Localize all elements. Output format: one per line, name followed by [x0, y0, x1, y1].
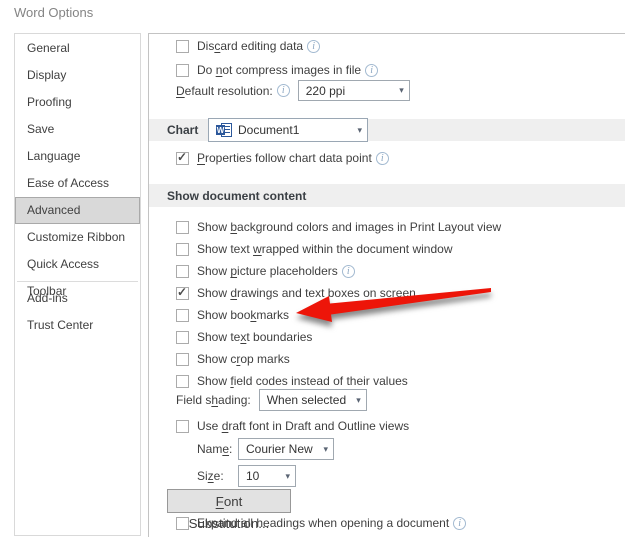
checkbox[interactable]: ✓: [176, 420, 189, 433]
checkbox-row-expand-all-headings[interactable]: ✓ Expand all headings when opening a doc…: [176, 515, 466, 531]
checkbox-label[interactable]: Show bookmarks: [197, 308, 289, 322]
checkbox-label[interactable]: Use draft font in Draft and Outline view…: [197, 419, 409, 433]
sidebar-item-general[interactable]: General: [15, 35, 140, 62]
word-document-icon: W: [216, 123, 232, 138]
checkbox[interactable]: ✓: [176, 309, 189, 322]
sidebar-item-proofing[interactable]: Proofing: [15, 89, 140, 116]
checkbox-row-show-background-colors[interactable]: ✓ Show background colors and images in P…: [176, 216, 625, 238]
dropdown-value: 10: [246, 469, 259, 483]
checkbox-label[interactable]: Show drawings and text boxes on screen: [197, 286, 416, 300]
checkbox-label[interactable]: Show picture placeholders: [197, 264, 338, 278]
checkbox-row-show-drawings[interactable]: ✓ Show drawings and text boxes on screen: [176, 282, 625, 304]
info-icon[interactable]: i: [277, 84, 290, 97]
svg-text:W: W: [217, 126, 225, 135]
section-title: Chart: [149, 123, 198, 137]
dropdown-arrow-icon: ▾: [315, 444, 328, 455]
checkbox[interactable]: ✓: [176, 353, 189, 366]
check-icon: ✓: [177, 150, 187, 164]
font-size-label: Size:: [197, 469, 238, 483]
default-resolution-row: Default resolution: i 220 ppi ▾: [176, 80, 410, 101]
draft-font-name-row: Name: Courier New ▾: [197, 438, 334, 460]
checkbox-label[interactable]: Discard editing data: [197, 39, 303, 53]
font-substitution-button[interactable]: Font Substitution...: [167, 489, 291, 513]
field-shading-row: Field shading: When selected ▾: [176, 389, 367, 411]
default-resolution-dropdown[interactable]: 220 ppi ▾: [298, 80, 410, 101]
checkbox[interactable]: ✓: [176, 64, 189, 77]
checkbox[interactable]: ✓: [176, 375, 189, 388]
window-title: Word Options: [14, 5, 93, 20]
checkbox-row-show-picture-placeholders[interactable]: ✓ Show picture placeholders i: [176, 260, 625, 282]
sidebar-item-advanced[interactable]: Advanced: [15, 197, 140, 224]
dropdown-arrow-icon: ▾: [391, 85, 404, 96]
sidebar-item-trust-center[interactable]: Trust Center: [15, 312, 140, 339]
checkbox-label[interactable]: Properties follow chart data point: [197, 151, 372, 165]
font-name-dropdown[interactable]: Courier New ▾: [238, 438, 334, 460]
info-icon[interactable]: i: [376, 152, 389, 165]
sidebar: General Display Proofing Save Language E…: [14, 33, 141, 536]
checkbox-row-use-draft-font[interactable]: ✓ Use draft font in Draft and Outline vi…: [176, 418, 409, 434]
checkbox-row-do-not-compress-images[interactable]: ✓ Do not compress images in file i: [176, 62, 378, 78]
font-name-label: Name:: [197, 442, 238, 456]
checkbox[interactable]: ✓: [176, 265, 189, 278]
checkbox-label[interactable]: Do not compress images in file: [197, 63, 361, 77]
checkbox[interactable]: ✓: [176, 243, 189, 256]
dropdown-arrow-icon: ▾: [349, 125, 362, 136]
checkbox-row-discard-editing-data[interactable]: ✓ Discard editing data i: [176, 38, 320, 54]
info-icon[interactable]: i: [342, 265, 355, 278]
field-shading-label: Field shading:: [176, 393, 251, 407]
show-document-content-header: Show document content: [149, 184, 625, 207]
info-icon[interactable]: i: [365, 64, 378, 77]
chart-section-header: Chart W Document1 ▾: [149, 119, 625, 141]
dropdown-value: 220 ppi: [306, 84, 345, 98]
info-icon[interactable]: i: [453, 517, 466, 530]
checkbox-label[interactable]: Expand all headings when opening a docum…: [197, 516, 449, 530]
sidebar-item-ease-of-access[interactable]: Ease of Access: [15, 170, 140, 197]
chart-document-dropdown[interactable]: W Document1 ▾: [208, 118, 368, 142]
show-options-list: ✓ Show background colors and images in P…: [176, 216, 625, 392]
checkbox-row-show-bookmarks[interactable]: ✓ Show bookmarks: [176, 304, 625, 326]
checkbox-row-show-text-boundaries[interactable]: ✓ Show text boundaries: [176, 326, 625, 348]
checkbox[interactable]: ✓: [176, 287, 189, 300]
field-shading-dropdown[interactable]: When selected ▾: [259, 389, 367, 411]
draft-font-size-row: Size: 10 ▾: [197, 465, 296, 487]
checkbox[interactable]: ✓: [176, 40, 189, 53]
content-pane: ✓ Discard editing data i ✓ Do not compre…: [148, 33, 625, 537]
dropdown-value: Document1: [238, 123, 299, 137]
checkbox-label[interactable]: Show field codes instead of their values: [197, 374, 408, 388]
dropdown-arrow-icon: ▾: [348, 395, 361, 406]
section-title: Show document content: [149, 189, 306, 203]
dropdown-value: When selected: [267, 393, 346, 407]
font-size-dropdown[interactable]: 10 ▾: [238, 465, 296, 487]
checkbox[interactable]: ✓: [176, 517, 189, 530]
checkbox-row-show-text-wrapped[interactable]: ✓ Show text wrapped within the document …: [176, 238, 625, 260]
checkbox-row-show-crop-marks[interactable]: ✓ Show crop marks: [176, 348, 625, 370]
check-icon: ✓: [177, 285, 187, 299]
info-icon[interactable]: i: [307, 40, 320, 53]
checkbox-label[interactable]: Show text boundaries: [197, 330, 312, 344]
sidebar-item-display[interactable]: Display: [15, 62, 140, 89]
sidebar-item-save[interactable]: Save: [15, 116, 140, 143]
checkbox[interactable]: ✓: [176, 152, 189, 165]
checkbox[interactable]: ✓: [176, 221, 189, 234]
checkbox-row-properties-follow-chart[interactable]: ✓ Properties follow chart data point i: [176, 150, 389, 166]
checkbox-label[interactable]: Show background colors and images in Pri…: [197, 220, 501, 234]
dropdown-arrow-icon: ▾: [277, 471, 290, 482]
checkbox[interactable]: ✓: [176, 331, 189, 344]
checkbox-label[interactable]: Show text wrapped within the document wi…: [197, 242, 452, 256]
sidebar-item-add-ins[interactable]: Add-ins: [15, 285, 140, 312]
dropdown-value: Courier New: [246, 442, 313, 456]
sidebar-item-customize-ribbon[interactable]: Customize Ribbon: [15, 224, 140, 251]
default-resolution-label: Default resolution:: [176, 84, 273, 98]
checkbox-label[interactable]: Show crop marks: [197, 352, 290, 366]
sidebar-item-language[interactable]: Language: [15, 143, 140, 170]
sidebar-item-quick-access-toolbar[interactable]: Quick Access Toolbar: [15, 251, 140, 278]
